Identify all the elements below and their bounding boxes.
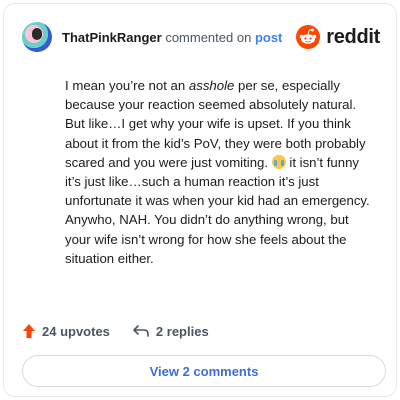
reddit-wordmark: reddit (326, 25, 380, 48)
avatar[interactable] (22, 22, 52, 52)
upvote-arrow-icon[interactable] (22, 323, 36, 339)
post-link[interactable]: post (255, 30, 282, 45)
username[interactable]: ThatPinkRanger (62, 30, 162, 45)
reply-arrow-icon[interactable] (132, 324, 150, 338)
comment-card: ThatPinkRanger commented on post reddit … (3, 3, 397, 397)
reddit-brand[interactable]: reddit (296, 25, 380, 49)
crying-laughing-emoji-icon (271, 154, 286, 169)
body-part-3: it isn’t funny it’s just like…such a hum… (65, 154, 370, 266)
comment-actions: 24 upvotes 2 replies (22, 321, 209, 341)
reply-action[interactable]: 2 replies (132, 324, 209, 339)
action-text: commented on (165, 29, 252, 45)
body-emphasis: asshole (188, 78, 235, 93)
comment-meta: ThatPinkRanger commented on post (62, 30, 282, 45)
comment-body: I mean you’re not an asshole per se, esp… (65, 76, 377, 268)
view-comments-button[interactable]: View 2 comments (22, 355, 386, 387)
upvote-count: 24 upvotes (42, 323, 110, 339)
reddit-logo-icon (296, 25, 321, 49)
reply-count: 2 replies (155, 323, 209, 339)
comment-header: ThatPinkRanger commented on post reddit (22, 21, 380, 53)
upvote-action[interactable]: 24 upvotes (22, 323, 110, 339)
body-part-1: I mean you’re not an (65, 78, 189, 93)
